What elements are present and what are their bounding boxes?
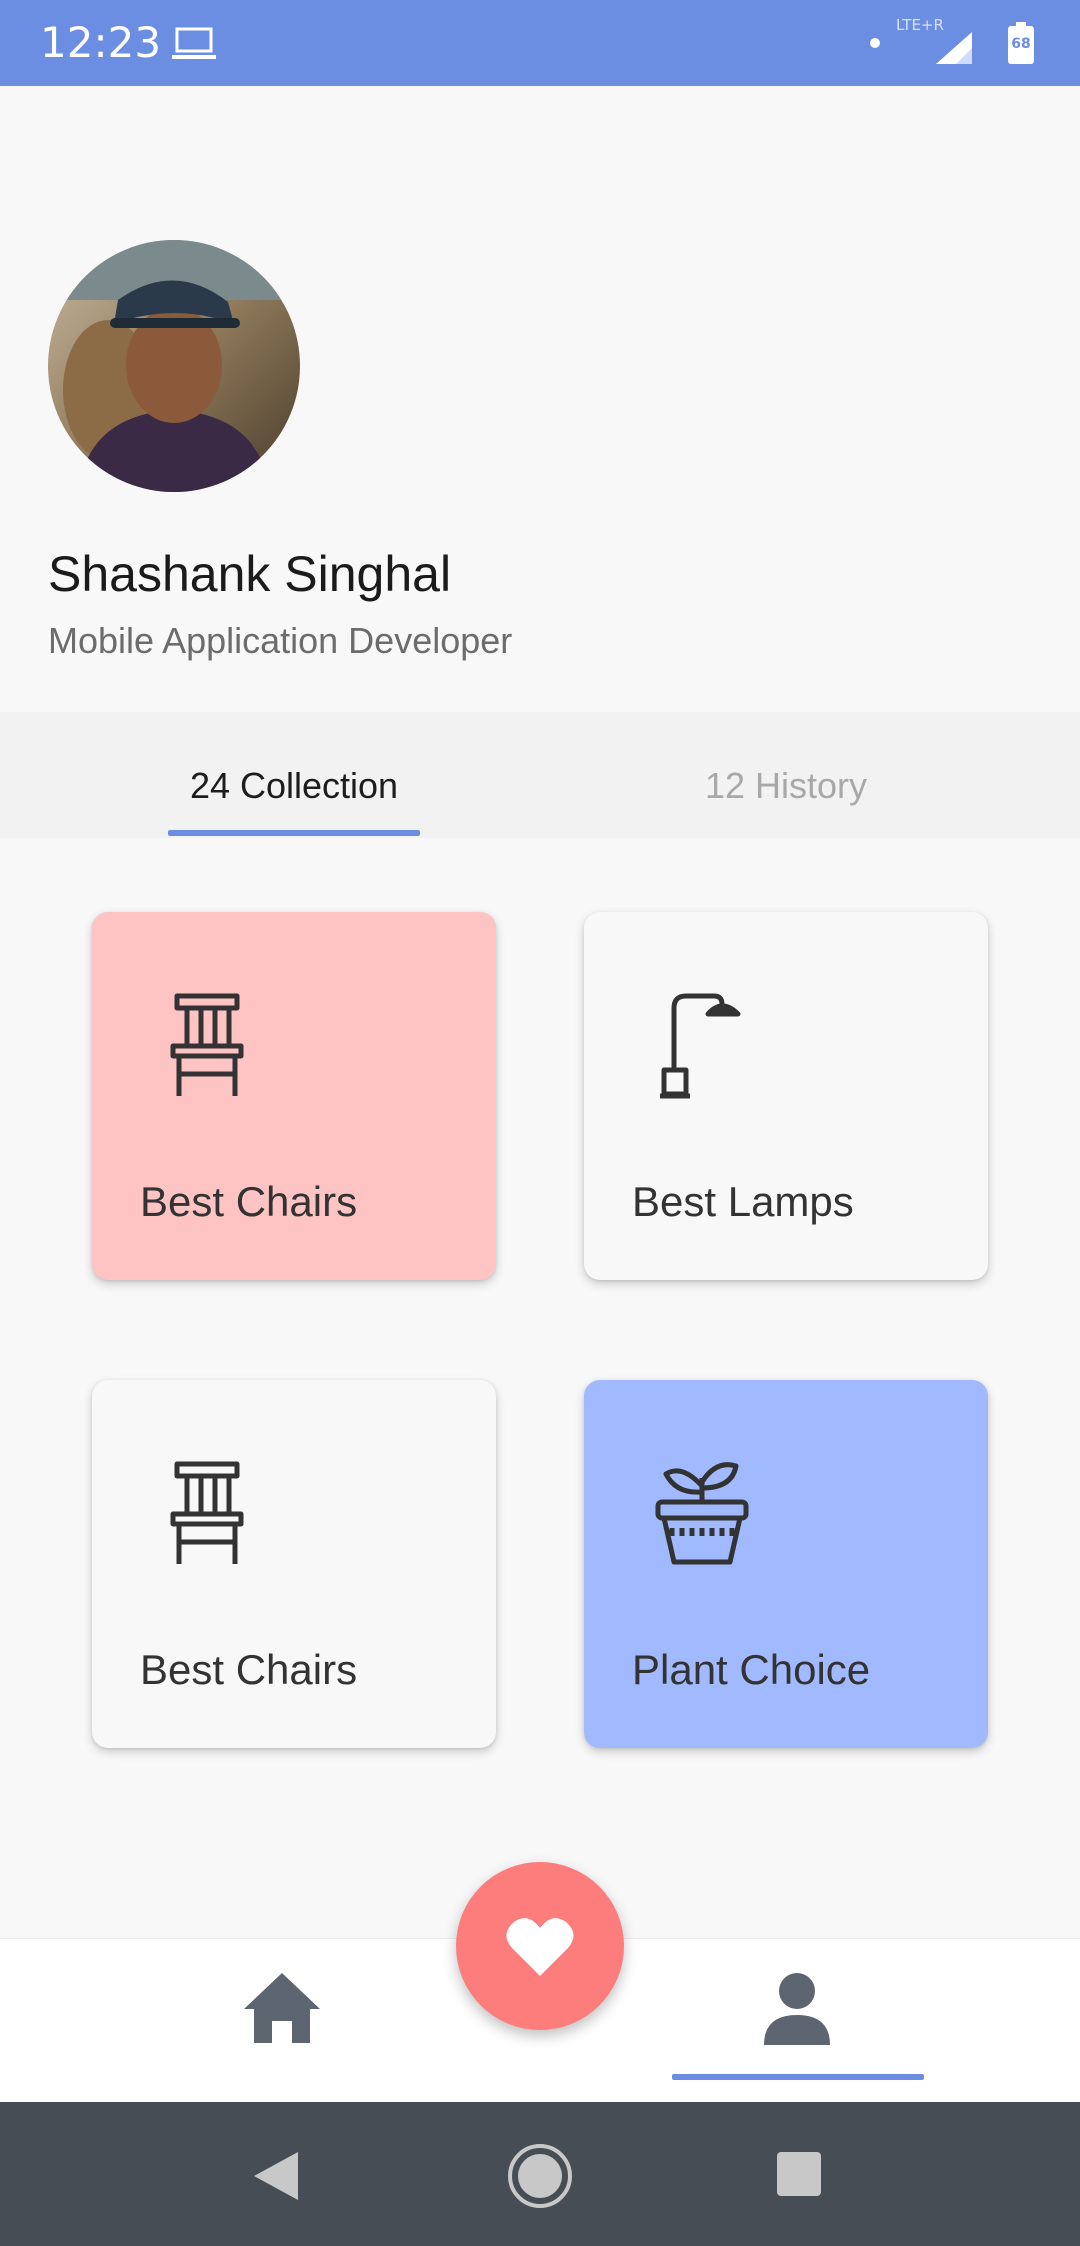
profile-icon[interactable] <box>752 1969 842 2049</box>
profile-role: Mobile Application Developer <box>48 620 513 661</box>
plant-icon <box>652 1458 752 1568</box>
home-circle-icon[interactable] <box>506 2142 574 2210</box>
status-bar: 12:23 LTE+R 68 <box>0 0 1080 86</box>
battery-level: 68 <box>1011 36 1031 52</box>
tab-bar: 24 Collection 12 History <box>0 712 1080 838</box>
system-nav-bar <box>0 2102 1080 2246</box>
signal-icon <box>898 18 974 68</box>
card-label: Plant Choice <box>632 1646 871 1693</box>
card-plant-choice[interactable]: Plant Choice <box>584 1380 988 1748</box>
recents-icon[interactable] <box>775 2150 823 2198</box>
avatar[interactable] <box>48 240 300 492</box>
back-icon[interactable] <box>250 2148 302 2204</box>
home-icon[interactable] <box>240 1969 324 2049</box>
card-best-chairs-2[interactable]: Best Chairs <box>92 1380 496 1748</box>
tab-history[interactable]: 12 History <box>660 712 912 838</box>
card-label: Best Chairs <box>140 1178 358 1225</box>
tab-collection[interactable]: 24 Collection <box>168 712 420 838</box>
profile-name: Shashank Singhal <box>48 546 452 602</box>
favorite-fab[interactable] <box>456 1862 624 2030</box>
status-time: 12:23 <box>40 18 162 67</box>
card-label: Best Chairs <box>140 1646 358 1693</box>
status-icons: LTE+R 68 <box>870 16 1040 68</box>
notification-dot-icon <box>870 38 880 48</box>
card-best-chairs[interactable]: Best Chairs <box>92 912 496 1280</box>
lamp-icon <box>652 990 752 1100</box>
laptop-icon <box>172 26 216 62</box>
nav-indicator <box>672 2074 924 2080</box>
heart-icon <box>506 1918 574 1976</box>
chair-icon <box>160 990 260 1100</box>
chair-icon <box>160 1458 260 1568</box>
card-best-lamps[interactable]: Best Lamps <box>584 912 988 1280</box>
card-label: Best Lamps <box>632 1178 854 1225</box>
tab-indicator <box>168 830 420 836</box>
